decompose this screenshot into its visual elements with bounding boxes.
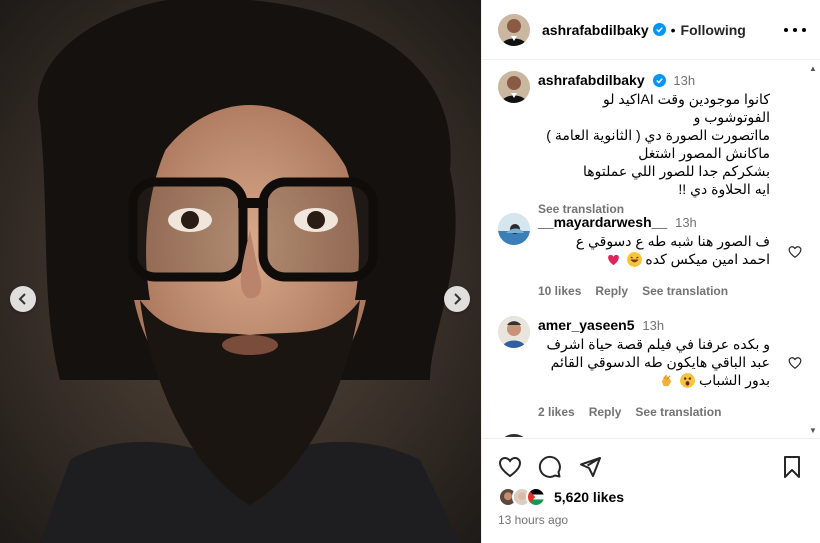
share-icon [580, 457, 601, 477]
likes-count[interactable]: 5,620 likes [554, 489, 624, 505]
comment-line-with-emoji: بدور الشباب [540, 371, 770, 389]
chevron-left-icon [18, 293, 26, 305]
previous-photo-button[interactable] [10, 286, 36, 312]
caption-avatar[interactable] [498, 71, 530, 103]
following-button[interactable]: Following [681, 22, 746, 38]
caption-line: مااتصورت الصورة دي ( الثانوية العامة ) [546, 127, 770, 143]
caption-line: بشكركم جدا للصور اللي عملتوها [583, 163, 770, 179]
commenter-avatar[interactable] [498, 213, 530, 245]
red-heart-emoji-icon [607, 254, 619, 266]
more-options-icon[interactable] [784, 22, 806, 38]
comment-username[interactable]: amer_yaseen5 [538, 317, 635, 333]
heart-icon [498, 456, 522, 478]
bookmark-icon [784, 456, 800, 478]
caption: ashrafabdilbaky 13h كانوا موجودين وقت AI… [498, 71, 806, 218]
comment-like-count[interactable]: 10 likes [538, 282, 581, 300]
comment-line-with-emoji: احمد امين ميكس كده [540, 250, 770, 268]
separator-dot: • [670, 21, 676, 38]
caption-time[interactable]: 13h [673, 73, 695, 88]
comments-scrollbar[interactable]: ▲ ▼ [808, 62, 818, 438]
astonished-emoji-icon [680, 373, 696, 388]
portrait-image [0, 0, 481, 543]
comment-icon [538, 455, 561, 478]
heart-icon[interactable] [788, 356, 802, 370]
next-photo-button[interactable] [444, 286, 470, 312]
caption-line: كانوا موجودين وقت AIاكيد لو الفوتوشوب و [603, 91, 770, 125]
verified-badge-icon [652, 23, 666, 36]
caption-username[interactable]: ashrafabdilbaky [538, 72, 645, 88]
verified-badge-icon [652, 74, 666, 87]
post-header: ashrafabdilbaky • Following [482, 0, 820, 60]
post-timestamp[interactable]: 13 hours ago [498, 513, 568, 527]
comment-item: __mayardarwesh__ 13h ف الصور هنا شبه طه … [498, 213, 806, 300]
caption-line: ايه الحلاوة دي !! [678, 181, 770, 197]
comment-line: و بكده عرفنا في فيلم قصة حياة اشرف [546, 336, 770, 352]
comment-line: بدور الشباب [699, 372, 770, 388]
author-username[interactable]: ashrafabdilbaky [542, 22, 649, 38]
post-photo [0, 0, 481, 543]
post-sidebar: ashrafabdilbaky • Following ashrafabdilb… [481, 0, 820, 543]
comment-like-count[interactable]: 2 likes [538, 403, 575, 421]
scroll-up-arrow-icon[interactable]: ▲ [808, 64, 818, 74]
likes-row[interactable]: 5,620 likes [498, 487, 624, 507]
post-media[interactable] [0, 0, 481, 543]
laughing-emoji-icon [626, 252, 642, 267]
comments-list[interactable]: ashrafabdilbaky 13h كانوا موجودين وقت AI… [482, 61, 820, 437]
save-button[interactable] [780, 455, 804, 479]
chevron-right-icon [454, 293, 462, 305]
comment-button[interactable] [538, 455, 562, 479]
liker-avatar[interactable] [526, 487, 546, 507]
heart-icon[interactable] [788, 245, 802, 259]
post-actions: 5,620 likes 13 hours ago [482, 438, 820, 543]
commenter-avatar[interactable] [498, 316, 530, 348]
comment-line: عبد الباقي هايكون طه الدسوقي القائم [550, 354, 770, 370]
comment-reply-button[interactable]: Reply [589, 403, 622, 421]
scroll-down-arrow-icon[interactable]: ▼ [808, 426, 818, 436]
commenter-avatar[interactable] [498, 434, 530, 437]
comment-line: احمد امين ميكس كده [645, 251, 770, 267]
comment-item: amer_yaseen5 13h و بكده عرفنا في فيلم قص… [498, 316, 806, 421]
share-button[interactable] [578, 455, 602, 479]
comment-time[interactable]: 13h [675, 215, 697, 230]
like-button[interactable] [498, 455, 522, 479]
clapping-hands-emoji-icon [662, 374, 672, 387]
comment-time[interactable]: 13h [642, 318, 664, 333]
comment-see-translation[interactable]: See translation [642, 282, 728, 300]
author-avatar[interactable] [498, 13, 530, 46]
comment-username[interactable]: __mayardarwesh__ [538, 214, 667, 230]
comment-reply-button[interactable]: Reply [595, 282, 628, 300]
comment-line: ف الصور هنا شبه طه ع دسوقي ع [575, 233, 770, 249]
comment-see-translation[interactable]: See translation [635, 403, 721, 421]
caption-line: ماكانش المصور اشتغل [638, 145, 770, 161]
